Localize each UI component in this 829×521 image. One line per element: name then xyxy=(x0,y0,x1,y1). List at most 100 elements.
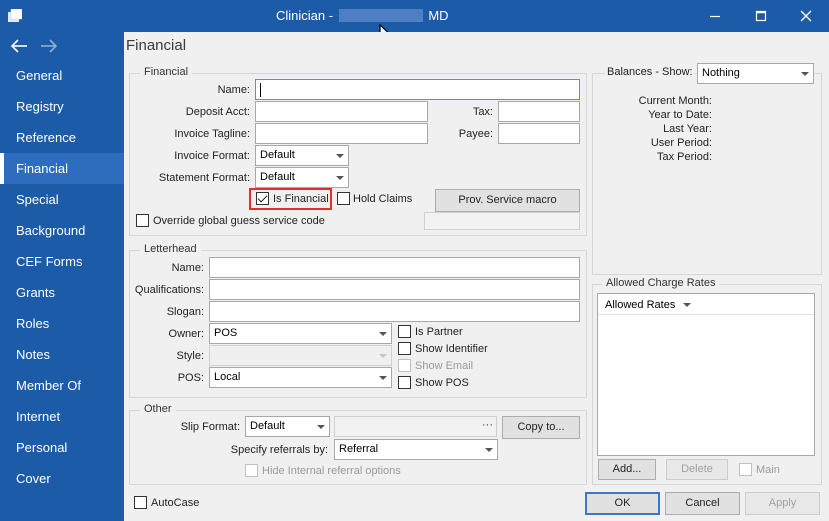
show-pos-checkbox[interactable] xyxy=(398,376,411,389)
name-label: Name: xyxy=(217,84,250,96)
sidebar-item-financial[interactable]: Financial xyxy=(0,153,124,184)
balance-row-tax-period: Tax Period: xyxy=(656,151,712,163)
is-financial-checkbox[interactable] xyxy=(256,192,269,205)
referrals-select[interactable]: Referral xyxy=(334,439,498,460)
allowed-rates-header[interactable]: Allowed Rates xyxy=(598,294,814,315)
pos-label: POS: xyxy=(177,372,204,384)
sidebar-item-label: General xyxy=(16,68,63,83)
sidebar-item-personal[interactable]: Personal xyxy=(0,432,124,463)
maximize-button[interactable] xyxy=(738,0,784,32)
override-service-code-checkbox[interactable] xyxy=(136,214,149,227)
sidebar-item-label: Cover xyxy=(16,471,51,486)
close-button[interactable] xyxy=(783,0,829,32)
payee-label: Payee: xyxy=(458,128,493,140)
balance-row-current-month: Current Month: xyxy=(638,95,712,107)
letterhead-name-input[interactable] xyxy=(209,257,580,278)
hide-internal-referral-label: Hide Internal referral options xyxy=(262,465,401,477)
sidebar-item-background[interactable]: Background xyxy=(0,215,124,246)
referrals-value: Referral xyxy=(339,443,379,455)
delete-rate-button: Delete xyxy=(666,459,728,480)
other-group-title: Other xyxy=(140,403,176,415)
maximize-icon xyxy=(755,10,767,22)
sidebar-item-label: Grants xyxy=(16,285,56,300)
app-icon xyxy=(8,9,22,22)
cancel-button[interactable]: Cancel xyxy=(665,492,740,515)
slip-format-select[interactable]: Default xyxy=(245,416,330,437)
close-icon xyxy=(800,10,812,22)
sidebar-item-roles[interactable]: Roles xyxy=(0,308,124,339)
sidebar-item-grants[interactable]: Grants xyxy=(0,277,124,308)
apply-button: Apply xyxy=(745,492,820,515)
is-partner-checkbox[interactable] xyxy=(398,325,411,338)
statement-format-label: Statement Format: xyxy=(158,172,250,184)
invoice-format-select[interactable]: Default xyxy=(255,145,349,166)
allowed-rates-list[interactable]: Allowed Rates xyxy=(597,293,815,456)
sidebar-item-cef-forms[interactable]: CEF Forms xyxy=(0,246,124,277)
forward-button[interactable] xyxy=(38,36,60,56)
qualifications-input[interactable] xyxy=(209,279,580,300)
letterhead-group-title: Letterhead xyxy=(140,243,201,255)
window-title: Clinician - MD xyxy=(276,8,449,23)
pos-select[interactable]: Local xyxy=(209,367,392,388)
sidebar: General Registry Reference Financial Spe… xyxy=(0,60,124,521)
referrals-label: Specify referrals by: xyxy=(230,444,328,456)
tax-label: Tax: xyxy=(472,106,493,118)
ok-button[interactable]: OK xyxy=(585,492,660,515)
arrow-left-icon xyxy=(10,39,27,53)
prov-service-macro-button[interactable]: Prov. Service macro xyxy=(435,189,580,212)
chevron-down-icon xyxy=(379,332,387,336)
slip-format-label: Slip Format: xyxy=(180,421,240,433)
pane-title: Financial xyxy=(126,37,187,54)
ellipsis-button[interactable]: ··· xyxy=(482,419,493,431)
show-identifier-checkbox[interactable] xyxy=(398,342,411,355)
invoice-format-value: Default xyxy=(260,149,295,161)
balances-show-label: Balances - Show: xyxy=(605,66,695,78)
copy-to-button[interactable]: Copy to... xyxy=(502,416,580,439)
minimize-button[interactable] xyxy=(692,0,738,32)
hold-claims-label: Hold Claims xyxy=(353,193,413,205)
show-email-label: Show Email xyxy=(415,360,474,372)
sidebar-item-label: Background xyxy=(16,223,86,238)
invoice-tagline-input[interactable] xyxy=(255,123,428,144)
deposit-acct-input[interactable] xyxy=(255,101,428,122)
balance-row-last-year: Last Year: xyxy=(663,123,712,135)
slogan-input[interactable] xyxy=(209,301,580,322)
show-identifier-label: Show Identifier xyxy=(415,343,488,355)
sidebar-item-internet[interactable]: Internet xyxy=(0,401,124,432)
owner-label: Owner: xyxy=(168,328,204,340)
is-partner-label: Is Partner xyxy=(415,326,463,338)
sidebar-item-registry[interactable]: Registry xyxy=(0,91,124,122)
sidebar-item-member-of[interactable]: Member Of xyxy=(0,370,124,401)
tax-input[interactable] xyxy=(498,101,580,122)
back-button[interactable] xyxy=(8,36,30,56)
balances-show-select[interactable]: Nothing xyxy=(697,63,814,84)
sidebar-item-reference[interactable]: Reference xyxy=(0,122,124,153)
chevron-down-icon xyxy=(379,354,387,358)
chevron-down-icon xyxy=(801,72,809,76)
sidebar-item-cover[interactable]: Cover xyxy=(0,463,124,494)
show-pos-label: Show POS xyxy=(415,377,469,389)
chevron-down-icon xyxy=(336,176,344,180)
deposit-acct-label: Deposit Acct: xyxy=(185,106,250,118)
autocase-checkbox[interactable] xyxy=(134,496,147,509)
financial-name-input[interactable] xyxy=(255,79,580,100)
sidebar-item-notes[interactable]: Notes xyxy=(0,339,124,370)
chevron-down-icon xyxy=(317,425,325,429)
redacted-name xyxy=(338,9,423,22)
statement-format-select[interactable]: Default xyxy=(255,167,349,188)
hold-claims-checkbox[interactable] xyxy=(337,192,350,205)
sidebar-item-special[interactable]: Special xyxy=(0,184,124,215)
add-rate-button[interactable]: Add... xyxy=(598,459,656,480)
owner-value: POS xyxy=(214,327,238,339)
main-rate-checkbox xyxy=(739,463,752,476)
owner-select[interactable]: POS xyxy=(209,323,392,344)
slip-format-value: Default xyxy=(250,420,285,432)
sidebar-item-label: Personal xyxy=(16,440,68,455)
letterhead-name-label: Name: xyxy=(171,262,204,274)
sidebar-item-general[interactable]: General xyxy=(0,60,124,91)
main-rate-label: Main xyxy=(756,464,780,476)
override-service-code-label: Override global guess service code xyxy=(153,215,325,227)
payee-input[interactable] xyxy=(498,123,580,144)
balances-show-value: Nothing xyxy=(702,67,740,79)
prov-macro-field xyxy=(424,212,580,230)
